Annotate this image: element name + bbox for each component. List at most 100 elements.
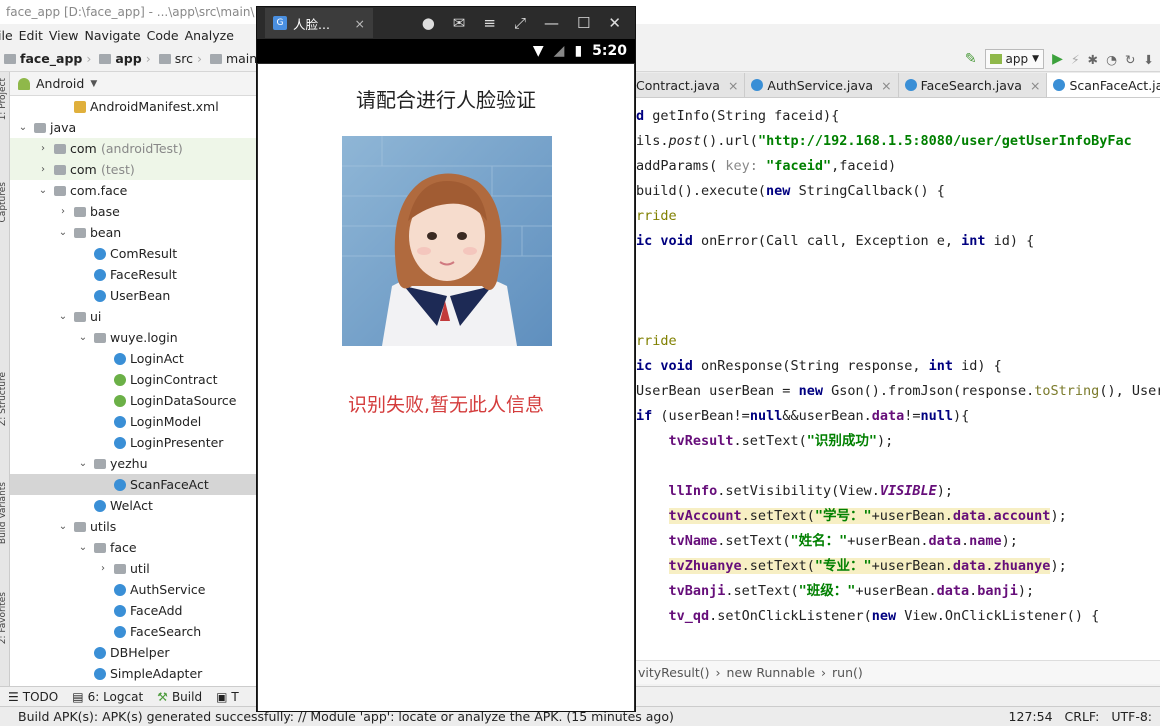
- tree-item-ui[interactable]: ⌄ ui: [10, 306, 257, 327]
- folder-icon: [54, 186, 66, 196]
- tree-item-dbhelper[interactable]: DBHelper: [10, 642, 257, 663]
- account-icon[interactable]: ●: [422, 14, 435, 32]
- menu-edit[interactable]: Edit: [19, 28, 43, 43]
- tree-item-com[interactable]: › com (androidTest): [10, 138, 257, 159]
- tree-item-authservice[interactable]: AuthService: [10, 579, 257, 600]
- close-icon[interactable]: ×: [1030, 78, 1040, 93]
- apply-changes-icon[interactable]: ⚡: [1071, 52, 1080, 67]
- chevron-right-icon[interactable]: ›: [38, 138, 48, 159]
- tree-item-simpleadapter[interactable]: SimpleAdapter: [10, 663, 257, 684]
- tree-item-logincontract[interactable]: LoginContract: [10, 369, 257, 390]
- class-icon: [114, 353, 126, 365]
- chevron-right-icon[interactable]: ›: [38, 159, 48, 180]
- tree-item-faceresult[interactable]: FaceResult: [10, 264, 257, 285]
- tab-scanfaceact[interactable]: ScanFaceAct.java×: [1047, 73, 1160, 97]
- tree-item-faceadd[interactable]: FaceAdd: [10, 600, 257, 621]
- tool-project[interactable]: 1: Project: [0, 78, 8, 120]
- tree-item-utils[interactable]: ⌄ utils: [10, 516, 257, 537]
- menu-code[interactable]: Code: [147, 28, 179, 43]
- menu-navigate[interactable]: Navigate: [85, 28, 141, 43]
- crumb-method[interactable]: vityResult(): [638, 665, 710, 680]
- profile-icon[interactable]: ◔: [1106, 52, 1117, 67]
- chevron-down-icon[interactable]: ⌄: [58, 222, 68, 243]
- chevron-down-icon[interactable]: ⌄: [18, 117, 28, 138]
- tree-item-logindatasource[interactable]: LoginDataSource: [10, 390, 257, 411]
- folder-icon: [74, 312, 86, 322]
- run-icon[interactable]: ▶: [1052, 51, 1063, 67]
- tab-facesearch[interactable]: FaceSearch.java ×: [898, 73, 1048, 97]
- tree-item-welact[interactable]: WelAct: [10, 495, 257, 516]
- tree-item-com-face[interactable]: ⌄ com.face: [10, 180, 257, 201]
- chevron-down-icon[interactable]: ⌄: [38, 180, 48, 201]
- crumb-run[interactable]: run(): [832, 665, 863, 680]
- close-icon[interactable]: ×: [728, 78, 738, 93]
- tree-item-comresult[interactable]: ComResult: [10, 243, 257, 264]
- chevron-right-icon[interactable]: ›: [98, 558, 108, 579]
- tree-item-util[interactable]: › util: [10, 558, 257, 579]
- tree-item-yezhu[interactable]: ⌄ yezhu: [10, 453, 257, 474]
- tree-item-userbean[interactable]: UserBean: [10, 285, 257, 306]
- close-icon[interactable]: ✕: [608, 14, 621, 32]
- resize-icon[interactable]: ⤢: [514, 14, 526, 32]
- tree-item-label: face: [110, 540, 137, 555]
- tree-item-java[interactable]: ⌄ java: [10, 117, 257, 138]
- tree-item-bean[interactable]: ⌄ bean: [10, 222, 257, 243]
- sync-icon[interactable]: ↻: [1125, 52, 1135, 67]
- tab-contract[interactable]: Contract.java ×: [636, 73, 746, 97]
- hammer-icon[interactable]: ✎: [965, 51, 977, 67]
- close-icon[interactable]: ×: [881, 78, 891, 93]
- chevron-down-icon[interactable]: ⌄: [58, 306, 68, 327]
- tool-terminal[interactable]: ▣ T: [216, 690, 239, 704]
- tree-item-face[interactable]: ⌄ face: [10, 537, 257, 558]
- project-view-selector[interactable]: Android ▼: [10, 72, 257, 96]
- menu-icon[interactable]: ≡: [483, 14, 496, 32]
- tool-favorites[interactable]: 2: Favorites: [0, 592, 8, 644]
- file-encoding[interactable]: UTF-8:: [1111, 709, 1152, 724]
- tree-item-facesearch[interactable]: FaceSearch: [10, 621, 257, 642]
- code-area[interactable]: d getInfo(String faceid){ ils.post().url…: [636, 98, 1160, 629]
- nav-module[interactable]: app ›: [95, 51, 151, 66]
- tree-item-base[interactable]: › base: [10, 201, 257, 222]
- tree-item-scanfaceact[interactable]: ScanFaceAct: [10, 474, 257, 495]
- run-config-select[interactable]: app ▼: [984, 49, 1045, 69]
- menu-analyze[interactable]: Analyze: [185, 28, 234, 43]
- tool-build[interactable]: ⚒ Build: [157, 690, 202, 704]
- app-icon: G: [273, 16, 287, 30]
- sdk-manager-icon[interactable]: ⬇: [1144, 52, 1154, 67]
- tool-captures[interactable]: Captures: [0, 182, 8, 222]
- emulator-tab[interactable]: G 人脸... ×: [265, 8, 373, 38]
- menu-file[interactable]: ile: [0, 28, 13, 43]
- tree-item-wuye-login[interactable]: ⌄ wuye.login: [10, 327, 257, 348]
- chevron-right-icon[interactable]: ›: [58, 201, 68, 222]
- folder-icon: [114, 564, 126, 574]
- menu-view[interactable]: View: [49, 28, 79, 43]
- maximize-icon[interactable]: ☐: [577, 14, 590, 32]
- minimize-icon[interactable]: —: [544, 14, 559, 32]
- tree-item-loginpresenter[interactable]: LoginPresenter: [10, 432, 257, 453]
- crumb-runnable[interactable]: new Runnable: [727, 665, 815, 680]
- tree-item-com[interactable]: › com (test): [10, 159, 257, 180]
- tool-logcat[interactable]: ▤ 6: Logcat: [72, 690, 143, 704]
- todo-icon: ☰: [8, 689, 19, 704]
- close-icon[interactable]: ×: [355, 16, 365, 31]
- tool-build-variants[interactable]: Build Variants: [0, 482, 8, 544]
- tree-item-androidmanifest-xml[interactable]: AndroidManifest.xml: [10, 96, 257, 117]
- chevron-down-icon[interactable]: ⌄: [78, 327, 88, 348]
- tree-item-label: java: [50, 120, 77, 135]
- nav-project[interactable]: face_app ›: [0, 51, 91, 66]
- mail-icon[interactable]: ✉: [453, 14, 466, 32]
- tool-structure[interactable]: Z: Structure: [0, 372, 8, 426]
- line-separator[interactable]: CRLF:: [1065, 709, 1100, 724]
- tree-item-label: utils: [90, 519, 117, 534]
- tab-authservice[interactable]: AuthService.java ×: [745, 73, 899, 97]
- tool-todo[interactable]: ☰ TODO: [8, 690, 58, 704]
- tree-item-loginmodel[interactable]: LoginModel: [10, 411, 257, 432]
- caret-position[interactable]: 127:54: [1009, 709, 1053, 724]
- tree-item-loginact[interactable]: LoginAct: [10, 348, 257, 369]
- chevron-down-icon[interactable]: ⌄: [78, 453, 88, 474]
- chevron-down-icon[interactable]: ⌄: [78, 537, 88, 558]
- nav-src[interactable]: src ›: [155, 51, 202, 66]
- debug-icon[interactable]: ✱: [1088, 52, 1098, 67]
- chevron-down-icon[interactable]: ⌄: [58, 516, 68, 537]
